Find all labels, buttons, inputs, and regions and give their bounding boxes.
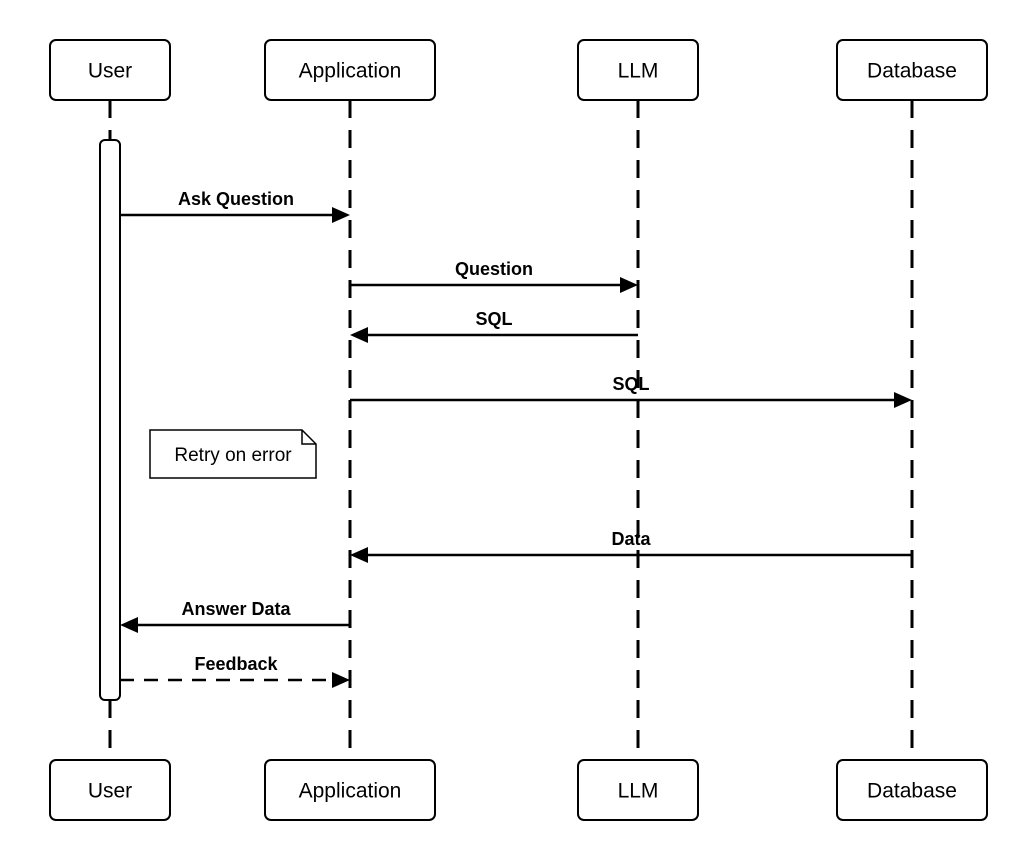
arrow-feedback [332,672,350,688]
arrow-question [620,277,638,293]
actor-database-top-label: Database [867,60,957,83]
actor-llm-top-label: LLM [618,60,659,83]
msg-feedback-label: Feedback [194,654,278,674]
actor-llm-bottom-label: LLM [618,780,659,803]
arrow-ask-question [332,207,350,223]
msg-sql-back-label: SQL [475,309,512,329]
arrow-sql-forward [894,392,912,408]
sequence-diagram: User Application LLM Database Ask Questi… [0,0,1020,860]
note-retry-label: Retry on error [174,445,292,466]
actor-application-bottom-label: Application [299,780,402,803]
actor-user-top-label: User [88,60,132,83]
msg-data-label: Data [611,529,651,549]
actor-user-bottom-label: User [88,780,132,803]
msg-ask-question-label: Ask Question [178,189,294,209]
activation-user [100,140,120,700]
msg-question-label: Question [455,259,533,279]
note-retry: Retry on error [150,430,316,478]
msg-answer-data-label: Answer Data [181,599,291,619]
arrow-data [350,547,368,563]
arrow-sql-back [350,327,368,343]
msg-sql-forward-label: SQL [612,374,649,394]
arrow-answer-data [120,617,138,633]
actor-application-top-label: Application [299,60,402,83]
actor-database-bottom-label: Database [867,780,957,803]
